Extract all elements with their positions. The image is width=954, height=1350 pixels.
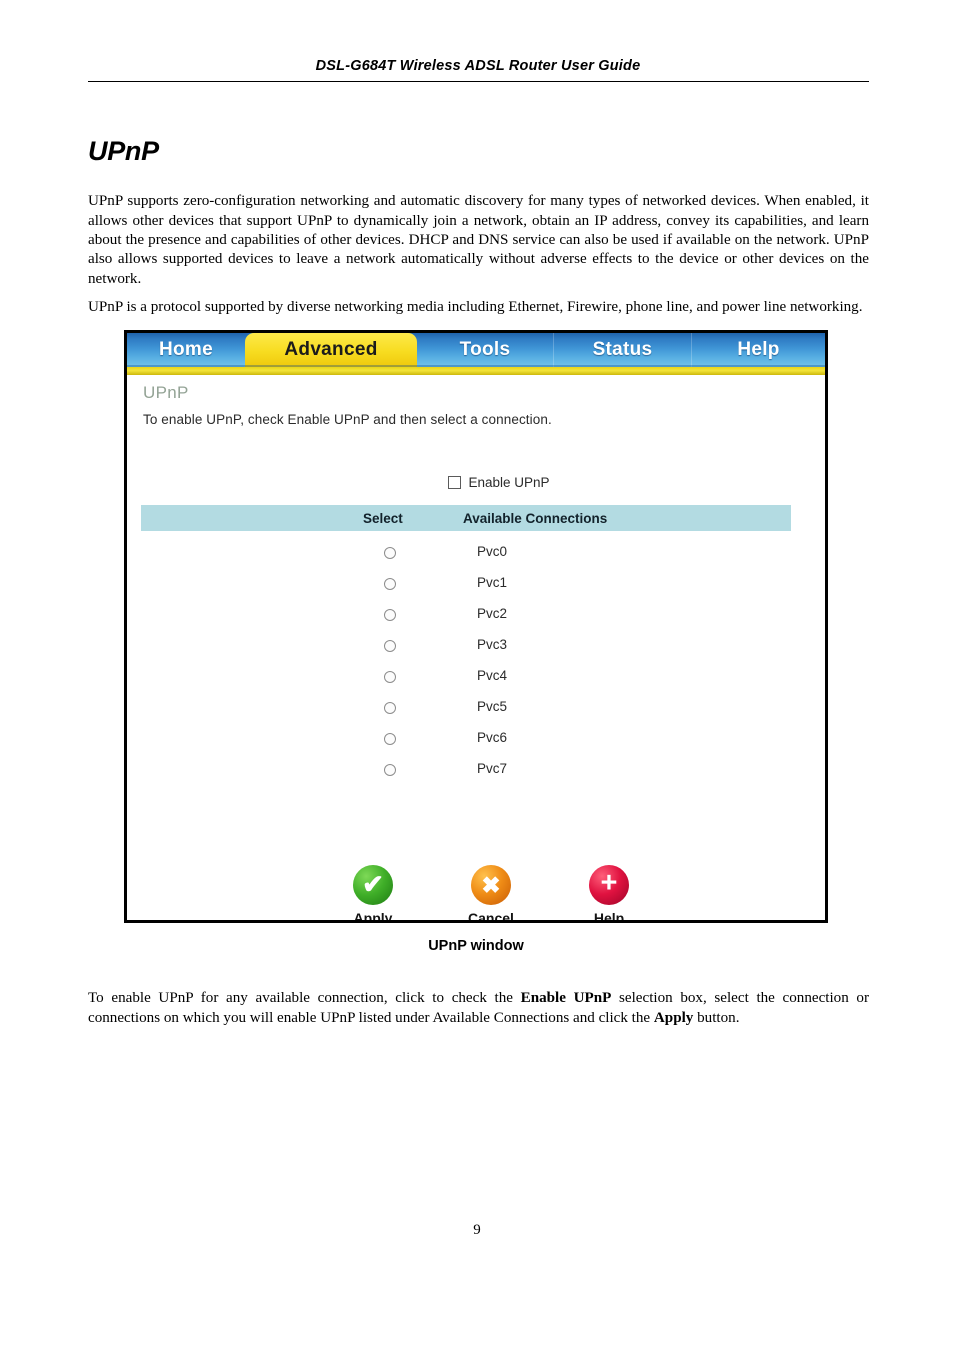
page-number: 9 (473, 1222, 481, 1238)
tab-tools[interactable]: Tools (417, 333, 553, 367)
tab-status-label: Status (592, 339, 653, 360)
body-paragraph-1: UPnP supports zero-configuration network… (88, 193, 869, 287)
connection-radio[interactable] (384, 764, 396, 776)
enable-upnp-checkbox[interactable] (448, 476, 462, 489)
connection-label: Pvc4 (477, 668, 508, 683)
tab-advanced-label: Advanced (284, 339, 378, 360)
table-row[interactable]: Pvc7 (141, 758, 791, 789)
tab-help[interactable]: Help (691, 333, 825, 367)
enable-upnp-label: Enable UPnP (468, 475, 550, 490)
body-paragraph-2: UPnP is a protocol supported by diverse … (88, 299, 863, 316)
document-page: DSL-G684T Wireless ADSL Router User Guid… (0, 0, 954, 1350)
column-header-available-connections: Available Connections (463, 510, 608, 526)
connection-label: Pvc6 (477, 730, 508, 745)
apply-glyph: ✔ (362, 868, 384, 899)
table-row[interactable]: Pvc1 (141, 572, 791, 603)
table-row[interactable]: Pvc0 (141, 541, 791, 572)
para3-part3: button. (693, 1009, 740, 1026)
connection-radio[interactable] (384, 609, 396, 621)
apply-button-label: Apply (353, 910, 393, 923)
help-glyph: + (600, 867, 618, 899)
connection-label: Pvc0 (477, 544, 508, 559)
tab-home-label: Home (159, 339, 213, 360)
cancel-button-label: Cancel (468, 910, 514, 923)
navigation-bar: Home Advanced Tools Status Help (127, 333, 825, 367)
table-row[interactable]: Pvc4 (141, 665, 791, 696)
connection-radio[interactable] (384, 702, 396, 714)
action-button-bar: ✔ Apply ✖ Cancel + Help (142, 865, 825, 923)
upnp-panel: UPnP To enable UPnP, check Enable UPnP a… (127, 375, 825, 920)
connection-label: Pvc3 (477, 637, 508, 652)
cross-circle-icon: ✖ (471, 865, 511, 905)
table-row[interactable]: Pvc2 (141, 603, 791, 634)
tab-tools-label: Tools (459, 339, 511, 360)
para3-bold-apply: Apply (653, 1009, 694, 1026)
tab-advanced[interactable]: Advanced (245, 333, 417, 367)
apply-button[interactable]: ✔ Apply (337, 865, 409, 923)
connection-radio[interactable] (384, 733, 396, 745)
connection-label: Pvc1 (477, 575, 508, 590)
figure-caption: UPnP window (428, 938, 524, 954)
table-row[interactable]: Pvc6 (141, 727, 791, 758)
nav-underline-stripe (127, 367, 825, 375)
para3-bold-enable-upnp: Enable UPnP (520, 990, 612, 1007)
connection-radio[interactable] (384, 547, 396, 559)
tab-help-label: Help (737, 339, 780, 360)
tab-status[interactable]: Status (553, 333, 691, 367)
router-ui-screenshot: Home Advanced Tools Status Help UPnP To … (124, 330, 828, 923)
enable-upnp-row: Enable UPnP (127, 475, 825, 490)
page-title: UPnP (88, 136, 159, 167)
panel-title: UPnP (143, 383, 189, 402)
running-header: DSL-G684T Wireless ADSL Router User Guid… (315, 58, 641, 74)
tab-home[interactable]: Home (127, 333, 245, 367)
panel-instructions: To enable UPnP, check Enable UPnP and th… (143, 412, 552, 427)
cancel-glyph: ✖ (481, 871, 501, 898)
connection-label: Pvc2 (477, 606, 508, 621)
column-header-select: Select (363, 510, 403, 526)
header-divider (88, 81, 869, 82)
plus-circle-icon: + (589, 865, 629, 905)
connection-radio[interactable] (384, 578, 396, 590)
connections-table-body: Pvc0 Pvc1 Pvc2 Pvc3 Pvc4 Pvc5 Pvc6 Pvc7 (141, 541, 791, 789)
help-button[interactable]: + Help (573, 865, 645, 923)
connections-table-header: Select Available Connections (141, 505, 791, 531)
connection-label: Pvc7 (477, 761, 508, 776)
cancel-button[interactable]: ✖ Cancel (455, 865, 527, 923)
body-paragraph-3: To enable UPnP for any available connect… (88, 989, 869, 1028)
para3-part1: To enable UPnP for any available connect… (88, 990, 521, 1007)
table-row[interactable]: Pvc5 (141, 696, 791, 727)
connection-radio[interactable] (384, 640, 396, 652)
connection-radio[interactable] (384, 671, 396, 683)
help-button-label: Help (593, 910, 625, 923)
check-circle-icon: ✔ (353, 865, 393, 905)
table-row[interactable]: Pvc3 (141, 634, 791, 665)
connection-label: Pvc5 (477, 699, 508, 714)
